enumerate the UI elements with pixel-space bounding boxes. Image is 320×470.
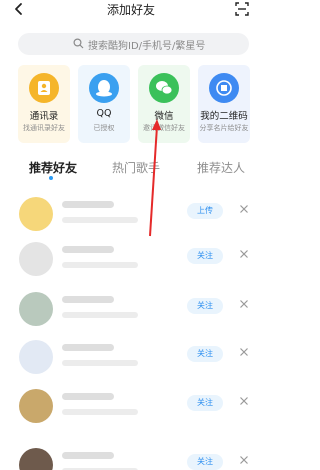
qrcode-icon	[209, 73, 239, 103]
page-title: 添加好友	[106, 3, 155, 17]
follow-button[interactable]: 关注	[187, 248, 223, 264]
friend-row[interactable]: 关注	[0, 387, 262, 433]
wechat-icon	[149, 73, 179, 103]
active-tab-indicator	[49, 176, 53, 180]
card-sublabel: 找通讯录好友	[23, 124, 65, 132]
friend-info-placeholder	[62, 262, 138, 268]
tab-recommended-experts[interactable]: 推荐达人	[197, 159, 245, 176]
friend-info-placeholder	[62, 217, 138, 223]
qq-card[interactable]: QQ 已授权	[78, 65, 130, 143]
friend-name-placeholder	[62, 246, 114, 253]
friend-row[interactable]: 关注	[0, 290, 262, 336]
search-icon	[73, 38, 84, 49]
tab-hot-singers[interactable]: 热门歌手	[112, 159, 160, 176]
header-bar: 添加好友	[0, 0, 262, 20]
close-icon[interactable]	[239, 455, 249, 465]
close-icon[interactable]	[239, 204, 249, 214]
close-icon[interactable]	[239, 347, 249, 357]
avatar[interactable]	[19, 340, 53, 374]
friend-name-placeholder	[62, 344, 114, 351]
wechat-card[interactable]: 微信 邀请微信好友	[138, 65, 190, 143]
qq-icon	[89, 73, 119, 103]
friend-name-placeholder	[62, 201, 114, 208]
search-input[interactable]: 搜索酷狗ID/手机号/繁星号	[18, 33, 249, 55]
friend-row[interactable]: 关注	[0, 446, 262, 470]
close-icon[interactable]	[239, 249, 249, 259]
follow-button[interactable]: 关注	[187, 298, 223, 314]
follow-button[interactable]: 上传	[187, 203, 223, 219]
card-label: 通讯录	[29, 111, 59, 122]
close-icon[interactable]	[239, 396, 249, 406]
follow-button[interactable]: 关注	[187, 346, 223, 362]
friend-row[interactable]: 关注	[0, 338, 262, 384]
card-sublabel: 已授权	[93, 124, 115, 132]
friend-name-placeholder	[62, 296, 114, 303]
search-placeholder: 搜索酷狗ID/手机号/繁星号	[88, 41, 206, 52]
card-label: QQ	[96, 108, 112, 119]
contacts-icon	[29, 73, 59, 103]
friend-name-placeholder	[62, 452, 114, 459]
contacts-card[interactable]: 通讯录 找通讯录好友	[18, 65, 70, 143]
friend-info-placeholder	[62, 409, 138, 415]
avatar[interactable]	[19, 448, 53, 470]
avatar[interactable]	[19, 242, 53, 276]
card-sublabel: 邀请微信好友	[143, 124, 185, 132]
card-sublabel: 分享名片给好友	[199, 124, 249, 132]
avatar[interactable]	[19, 389, 53, 423]
follow-button[interactable]: 关注	[187, 395, 223, 411]
qrcode-card[interactable]: 我的二维码 分享名片给好友	[198, 65, 250, 143]
avatar[interactable]	[19, 197, 53, 231]
close-icon[interactable]	[239, 299, 249, 309]
card-label: 微信	[154, 111, 174, 122]
scan-icon[interactable]	[235, 2, 249, 16]
friend-row[interactable]: 关注	[0, 240, 262, 286]
friend-row[interactable]: 上传	[0, 195, 262, 241]
friend-info-placeholder	[62, 312, 138, 318]
friend-info-placeholder	[62, 360, 138, 366]
add-friend-sources: 通讯录 找通讯录好友 QQ 已授权 微信 邀请微信好友 我的二维码 分享名片给好…	[18, 65, 254, 143]
tab-recommended-friends[interactable]: 推荐好友	[29, 159, 77, 176]
tab-bar: 推荐好友 热门歌手 推荐达人	[0, 156, 262, 186]
follow-button[interactable]: 关注	[187, 454, 223, 470]
friend-name-placeholder	[62, 393, 114, 400]
card-label: 我的二维码	[200, 111, 248, 122]
avatar[interactable]	[19, 292, 53, 326]
